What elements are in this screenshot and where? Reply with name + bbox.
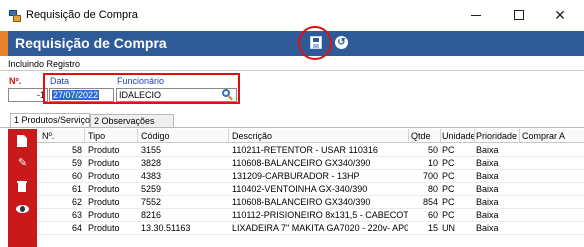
cell-numero: 58 (71, 145, 82, 155)
cell-numero: 59 (71, 158, 82, 168)
back-button[interactable]: ↺ (333, 34, 351, 52)
tab-produtos-servicos[interactable]: 1 Produtos/Serviços (10, 113, 95, 127)
number-field[interactable]: -1 (8, 88, 48, 102)
items-grid: Nº. Tipo Código Descrição Qtde Unidade P… (37, 129, 584, 247)
minimize-button[interactable] (461, 3, 491, 27)
cell-unidade: PC (442, 197, 455, 207)
cell-prioridade: Baixa (476, 223, 499, 233)
date-value: 27/07/2022 (52, 90, 100, 100)
cell-prioridade: Baixa (476, 210, 499, 220)
col-header-qtde[interactable]: Qtde (411, 131, 441, 141)
col-header-tipo[interactable]: Tipo (88, 131, 136, 141)
maximize-button[interactable] (504, 3, 534, 27)
minimize-icon (471, 15, 481, 16)
divider (0, 70, 584, 71)
cell-codigo: 13.30.51163 (141, 223, 191, 233)
cell-tipo: Produto (88, 197, 120, 207)
col-header-numero[interactable]: Nº. (42, 131, 82, 141)
floppy-disk-icon (310, 36, 322, 49)
cell-numero: 64 (71, 223, 82, 233)
page-title: Requisição de Compra (15, 35, 167, 51)
col-header-codigo[interactable]: Código (141, 131, 229, 141)
maximize-icon (514, 10, 524, 20)
cell-prioridade: Baixa (476, 184, 499, 194)
cell-qtde: 60 (427, 210, 438, 220)
table-row[interactable]: 63 Produto 8216 110112-PRISIONEIRO 8x131… (37, 209, 584, 222)
cell-tipo: Produto (88, 158, 120, 168)
cell-descricao: 110608-BALANCEIRO GX340/390 (232, 197, 371, 207)
col-header-prioridade[interactable]: Prioridade (476, 131, 518, 141)
window-title: Requisição de Compra (26, 9, 138, 21)
cell-qtde: 50 (427, 145, 438, 155)
col-header-descricao[interactable]: Descrição (232, 131, 408, 141)
cell-codigo: 3155 (141, 145, 162, 155)
cell-unidade: PC (442, 171, 455, 181)
cell-numero: 60 (71, 171, 82, 181)
number-label: Nº. (9, 76, 22, 86)
mode-label: Incluindo Registro (8, 59, 81, 69)
grid-action-sidebar: ✎ (8, 129, 37, 247)
table-row[interactable]: 61 Produto 5259 110402-VENTOINHA GX-340/… (37, 183, 584, 196)
cell-prioridade: Baixa (476, 145, 499, 155)
cell-tipo: Produto (88, 223, 120, 233)
cell-tipo: Produto (88, 184, 120, 194)
employee-field[interactable]: IDALECIO (116, 88, 237, 102)
cell-qtde: 80 (427, 184, 438, 194)
table-row[interactable]: 62 Produto 7552 110608-BALANCEIRO GX340/… (37, 196, 584, 209)
table-row[interactable]: 58 Produto 3155 110211-RETENTOR - USAR 1… (37, 144, 584, 157)
cell-qtde: 10 (427, 158, 438, 168)
cell-numero: 61 (71, 184, 82, 194)
search-icon[interactable] (221, 89, 233, 101)
cell-unidade: UN (442, 223, 455, 233)
cell-codigo: 8216 (141, 210, 162, 220)
header-accent-stripe (0, 31, 8, 56)
cell-unidade: PC (442, 145, 455, 155)
cell-unidade: PC (442, 184, 455, 194)
cell-codigo: 7552 (141, 197, 162, 207)
table-row[interactable]: 59 Produto 3828 110608-BALANCEIRO GX340/… (37, 157, 584, 170)
cell-prioridade: Baixa (476, 158, 499, 168)
cell-tipo: Produto (88, 171, 120, 181)
cell-codigo: 4383 (141, 171, 162, 181)
close-button[interactable]: ✕ (545, 3, 575, 27)
date-label: Data (50, 76, 70, 86)
cell-descricao: 110402-VENTOINHA GX-340/390 (232, 184, 368, 194)
close-icon: ✕ (554, 7, 566, 23)
cell-unidade: PC (442, 158, 455, 168)
cell-numero: 62 (71, 197, 82, 207)
col-header-unidade[interactable]: Unidade (442, 131, 474, 141)
table-row[interactable]: 60 Produto 4383 131209-CARBURADOR - 13HP… (37, 170, 584, 183)
trash-icon[interactable] (8, 179, 37, 195)
app-icon (9, 10, 21, 22)
table-row[interactable]: 64 Produto 13.30.51163 LIXADEIRA 7" MAKI… (37, 222, 584, 235)
cell-descricao: 110112-PRISIONEIRO 8x131,5 - CABECOTE (232, 210, 408, 220)
col-header-comprar[interactable]: Comprar A (522, 131, 582, 141)
date-field[interactable]: 27/07/2022 (49, 88, 114, 102)
cell-descricao: 110211-RETENTOR - USAR 110316 (232, 145, 378, 155)
edit-pencil-icon[interactable]: ✎ (8, 155, 37, 171)
back-arrow-icon: ↺ (335, 36, 348, 49)
cell-codigo: 3828 (141, 158, 162, 168)
save-button[interactable] (307, 34, 325, 52)
new-document-icon[interactable] (8, 133, 37, 149)
cell-qtde: 854 (422, 197, 438, 207)
cell-prioridade: Baixa (476, 197, 499, 207)
tabs-divider (0, 127, 584, 128)
cell-tipo: Produto (88, 145, 120, 155)
cell-tipo: Produto (88, 210, 120, 220)
cell-numero: 63 (71, 210, 82, 220)
cell-descricao: LIXADEIRA 7" MAKITA GA7020 - 220v- AP012… (232, 223, 408, 233)
view-eye-icon[interactable] (8, 201, 37, 217)
cell-qtde: 15 (427, 223, 438, 233)
cell-descricao: 131209-CARBURADOR - 13HP (232, 171, 360, 181)
cell-qtde: 700 (422, 171, 438, 181)
cell-descricao: 110608-BALANCEIRO GX340/390 (232, 158, 371, 168)
cell-prioridade: Baixa (476, 171, 499, 181)
grid-header: Nº. Tipo Código Descrição Qtde Unidade P… (37, 129, 584, 143)
tab-observacoes[interactable]: 2 Observações (90, 114, 174, 127)
cell-unidade: PC (442, 210, 455, 220)
cell-codigo: 5259 (141, 184, 162, 194)
employee-label: Funcionário (117, 76, 165, 86)
